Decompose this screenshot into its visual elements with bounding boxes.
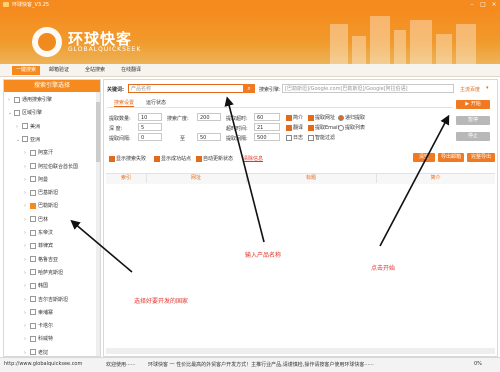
status-url[interactable]: http://www.globalquicksee.com xyxy=(4,361,82,367)
arrow-to-keyword xyxy=(224,96,265,243)
status-welcome: 欢迎使用······ xyxy=(106,362,136,368)
arrow-to-country xyxy=(70,219,133,273)
status-bar: http://www.globalquicksee.com 欢迎使用······… xyxy=(0,357,500,372)
status-marquee: 环球快客 一 性价比最高的外贸客户开发方式！主推行业产品,请谨慎检,操作请按客户… xyxy=(148,362,374,368)
status-percent: 0% xyxy=(474,361,482,367)
annotation-arrows xyxy=(70,96,450,273)
arrow-to-start xyxy=(379,114,450,247)
